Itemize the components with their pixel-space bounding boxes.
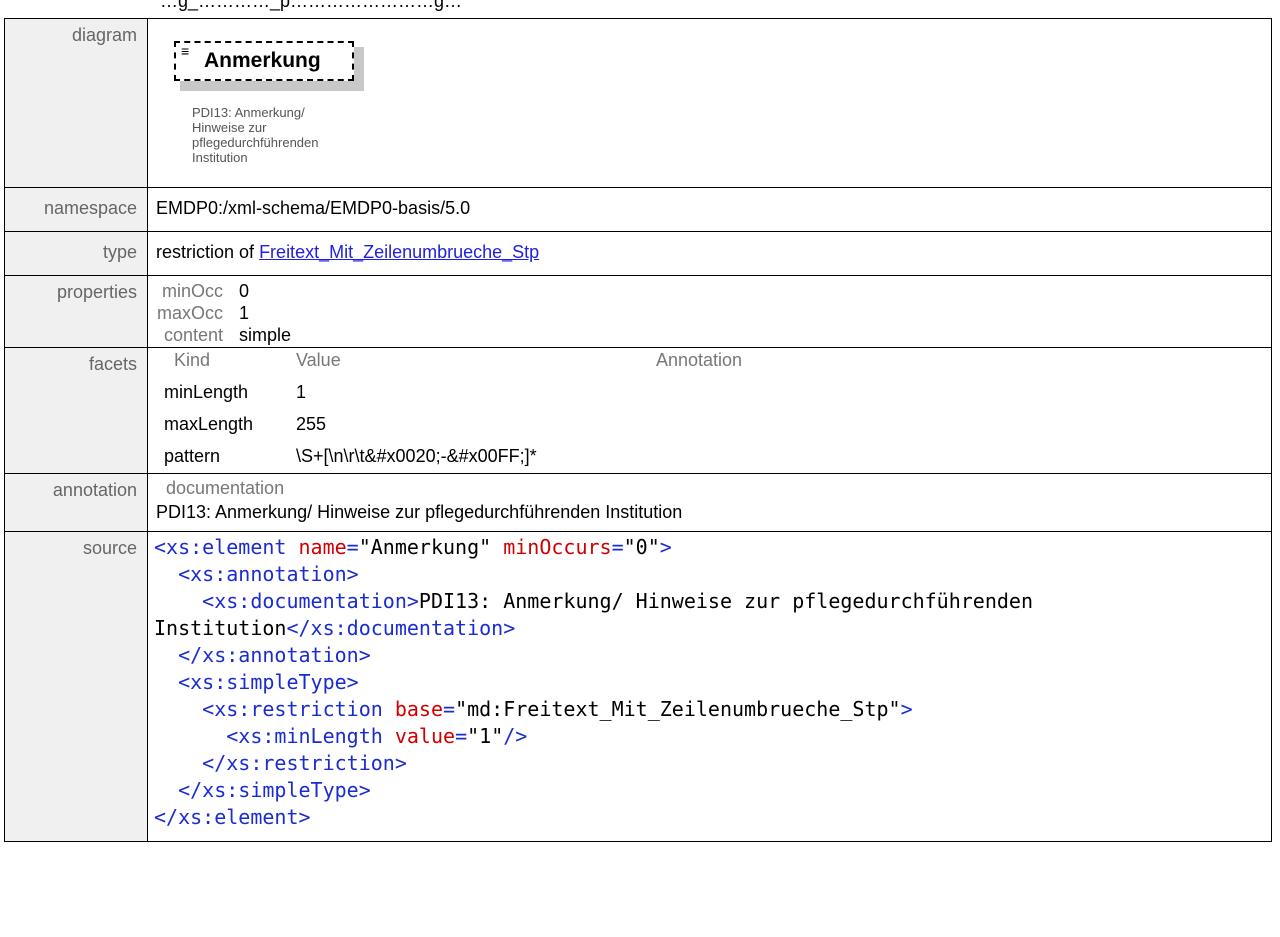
facet-row: maxLength 255 bbox=[156, 408, 1263, 440]
property-key: content bbox=[163, 325, 223, 345]
code-bracket: /> bbox=[503, 724, 528, 748]
element-documentation: PDI13: Anmerkung/ Hinweise zur pflegedur… bbox=[192, 105, 319, 165]
facet-kind: pattern bbox=[164, 445, 221, 466]
namespace-row: namespace EMDP0:/xml-schema/EMDP0-basis/… bbox=[4, 187, 1272, 232]
code-bracket: > bbox=[900, 697, 913, 721]
properties-cell: minOcc 0 maxOcc 1 content simple bbox=[147, 275, 1272, 348]
element-name: Anmerkung bbox=[204, 49, 321, 72]
code-tag: <xs:documentation> bbox=[202, 589, 419, 613]
code-eq: = bbox=[443, 697, 456, 721]
source-cell: <xs:element name="Anmerkung" minOccurs="… bbox=[147, 531, 1272, 842]
property-value: simple bbox=[239, 325, 292, 345]
diagram-row: diagram ≡ Anmerkung PDI13: Anmerkung/ Hi… bbox=[4, 18, 1272, 188]
code-attr-value: "Anmerkung" bbox=[358, 535, 492, 559]
code-attr-value: "1" bbox=[467, 724, 504, 748]
code-tag: </xs:restriction> bbox=[202, 751, 407, 775]
facet-value: 255 bbox=[296, 413, 327, 434]
code-attr-name: value bbox=[394, 724, 456, 748]
diagram-label: diagram bbox=[4, 18, 148, 188]
code-attr-name: base bbox=[394, 697, 444, 721]
code-attr-name: minOccurs bbox=[503, 535, 612, 559]
annotation-row: annotation documentation PDI13: Anmerkun… bbox=[4, 473, 1272, 532]
code-tag: <xs:simpleType> bbox=[178, 670, 359, 694]
documentation-lines-icon: ≡ bbox=[181, 43, 190, 59]
namespace-label: namespace bbox=[4, 187, 148, 232]
doc-line: Institution bbox=[192, 150, 248, 165]
code-eq: = bbox=[611, 535, 624, 559]
properties-row: properties minOcc 0 maxOcc 1 content sim… bbox=[4, 275, 1272, 348]
type-value: restriction of Freitext_Mit_Zeilenumbrue… bbox=[147, 231, 1272, 276]
element-box-frame: ≡ Anmerkung bbox=[174, 41, 354, 81]
code-tag: <xs:restriction bbox=[202, 697, 383, 721]
facet-row: pattern \S+[\n\r\t&#x0020;-&#x00FF;]* bbox=[156, 440, 1263, 472]
property-key: minOcc bbox=[161, 281, 223, 301]
facets-header-kind: Kind bbox=[174, 350, 211, 370]
facets-header-annotation: Annotation bbox=[656, 350, 743, 370]
doc-line: Hinweise zur bbox=[192, 120, 267, 135]
property-row: minOcc 0 bbox=[156, 280, 1263, 302]
facets-table: Kind Value Annotation minLength 1 maxLen… bbox=[156, 350, 1263, 472]
code-tag: </xs:annotation> bbox=[178, 643, 371, 667]
code-attr-name: name bbox=[298, 535, 347, 559]
type-row: type restriction of Freitext_Mit_Zeilenu… bbox=[4, 231, 1272, 276]
diagram-cell: ≡ Anmerkung PDI13: Anmerkung/ Hinweise z… bbox=[147, 18, 1272, 188]
properties-label: properties bbox=[4, 275, 148, 348]
code-attr-value: "md:Freitext_Mit_Zeilenumbrueche_Stp" bbox=[455, 697, 901, 721]
code-text: PDI13: Anmerkung/ Hinweise zur pflegedur… bbox=[418, 589, 1034, 613]
cut-off-heading: …g_…………_p……………………g… bbox=[0, 0, 1280, 18]
code-text: Institution bbox=[154, 616, 287, 640]
element-diagram: ≡ Anmerkung PDI13: Anmerkung/ Hinweise z… bbox=[156, 25, 1263, 187]
doc-line: pflegedurchführenden bbox=[192, 135, 319, 150]
annotation-text: PDI13: Anmerkung/ Hinweise zur pflegedur… bbox=[156, 502, 683, 522]
doc-line: PDI13: Anmerkung/ bbox=[192, 105, 305, 120]
facets-header: Kind Value Annotation bbox=[156, 350, 1263, 376]
facet-row: minLength 1 bbox=[156, 376, 1263, 408]
code-eq: = bbox=[346, 535, 359, 559]
cut-off-heading-text: …g_…………_p……………………g… bbox=[160, 0, 463, 11]
facets-label: facets bbox=[4, 347, 148, 474]
type-label: type bbox=[4, 231, 148, 276]
facets-header-value: Value bbox=[296, 350, 341, 370]
source-code: <xs:element name="Anmerkung" minOccurs="… bbox=[154, 534, 1271, 831]
facets-cell: Kind Value Annotation minLength 1 maxLen… bbox=[147, 347, 1272, 474]
namespace-value: EMDP0:/xml-schema/EMDP0-basis/5.0 bbox=[147, 187, 1272, 232]
element-properties-table: diagram ≡ Anmerkung PDI13: Anmerkung/ Hi… bbox=[4, 18, 1272, 842]
code-tag: </xs:element> bbox=[154, 805, 311, 829]
annotation-cell: documentation PDI13: Anmerkung/ Hinweise… bbox=[147, 473, 1272, 532]
property-key: maxOcc bbox=[156, 303, 223, 323]
facet-kind: minLength bbox=[164, 381, 249, 402]
property-value: 0 bbox=[239, 281, 250, 301]
code-tag: </xs:documentation> bbox=[286, 616, 516, 640]
code-tag: <xs:minLength bbox=[226, 724, 383, 748]
source-row: source <xs:element name="Anmerkung" minO… bbox=[4, 531, 1272, 842]
property-row: maxOcc 1 bbox=[156, 302, 1263, 324]
facet-value: 1 bbox=[296, 381, 307, 402]
source-label: source bbox=[4, 531, 148, 842]
code-tag: <xs:element bbox=[154, 535, 287, 559]
facets-row: facets Kind Value Annotation minLength 1… bbox=[4, 347, 1272, 474]
facet-value: \S+[\n\r\t&#x0020;-&#x00FF;]* bbox=[296, 445, 537, 466]
code-tag: <xs:annotation> bbox=[178, 562, 359, 586]
annotation-heading: documentation bbox=[166, 478, 285, 498]
property-row: content simple bbox=[156, 324, 1263, 346]
type-prefix: restriction of bbox=[156, 242, 255, 262]
base-type-link[interactable]: Freitext_Mit_Zeilenumbrueche_Stp bbox=[259, 242, 539, 262]
code-bracket: > bbox=[659, 535, 672, 559]
annotation-label: annotation bbox=[4, 473, 148, 532]
property-value: 1 bbox=[239, 303, 250, 323]
code-attr-value: "0" bbox=[623, 535, 660, 559]
facet-kind: maxLength bbox=[164, 413, 254, 434]
code-tag: </xs:simpleType> bbox=[178, 778, 371, 802]
element-box[interactable]: ≡ Anmerkung bbox=[174, 41, 366, 93]
code-eq: = bbox=[455, 724, 468, 748]
